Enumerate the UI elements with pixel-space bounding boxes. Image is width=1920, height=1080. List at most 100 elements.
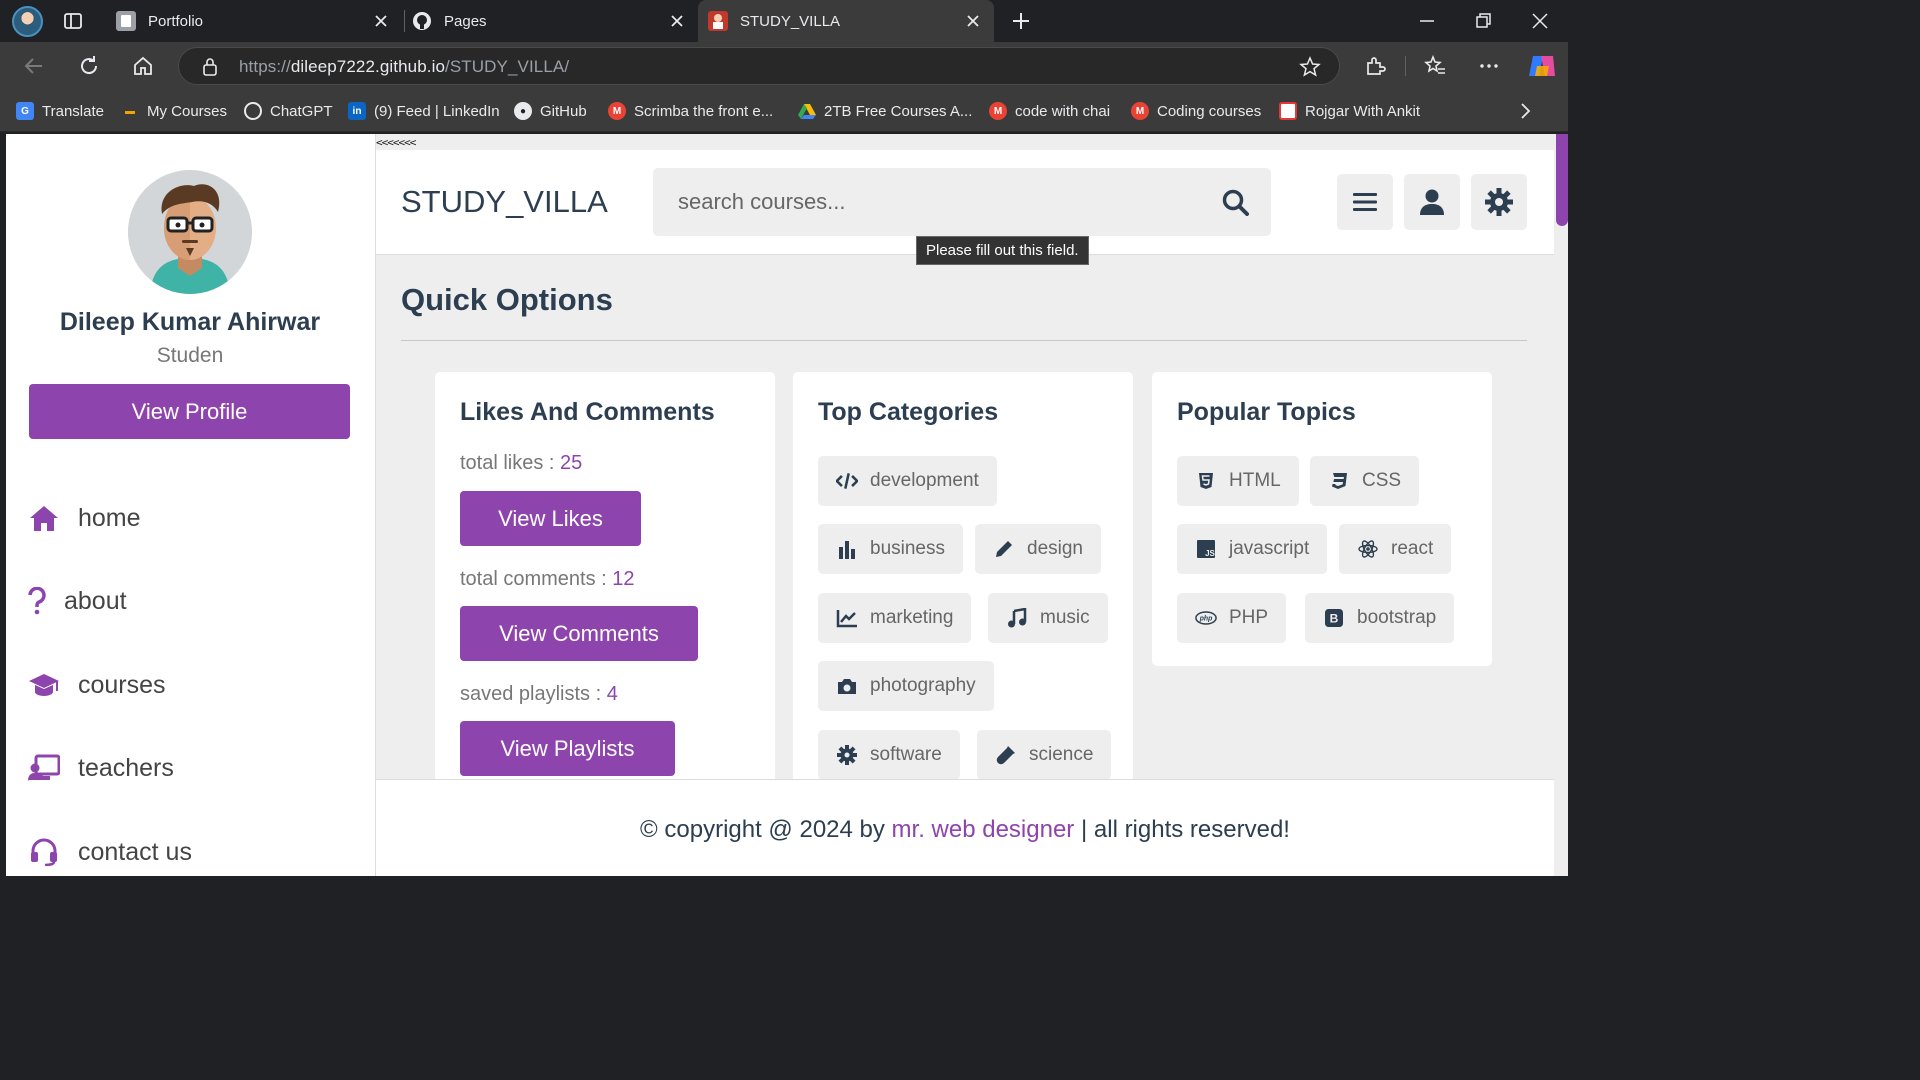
css3-icon bbox=[1328, 470, 1350, 492]
camera-icon bbox=[836, 675, 858, 697]
topic-php[interactable]: php PHP bbox=[1177, 593, 1287, 643]
sidebar: Dileep Kumar Ahirwar Studen View Profile… bbox=[6, 134, 376, 876]
document-icon bbox=[116, 11, 136, 31]
validation-tooltip: Please fill out this field. bbox=[916, 236, 1089, 265]
new-tab-icon[interactable] bbox=[1008, 8, 1034, 34]
topic-react[interactable]: react bbox=[1339, 524, 1452, 574]
nav-item-home[interactable]: home bbox=[28, 498, 141, 538]
category-design[interactable]: design bbox=[975, 524, 1101, 574]
bookmarks-bar: G Translate ▬ My Courses ChatGPT in (9) Fee… bbox=[0, 90, 1568, 132]
browser-tab-bar: Portfolio Pages STUDY_VILLA bbox=[0, 0, 1568, 42]
svg-text:B: B bbox=[1330, 612, 1339, 626]
code-icon bbox=[836, 470, 858, 492]
topic-bootstrap[interactable]: B bootstrap bbox=[1305, 593, 1455, 643]
view-comments-button[interactable]: View Comments bbox=[460, 606, 698, 661]
tab-actions-icon[interactable] bbox=[62, 10, 84, 32]
minimize-icon[interactable] bbox=[1416, 10, 1438, 32]
view-likes-button[interactable]: View Likes bbox=[460, 491, 641, 546]
author-link[interactable]: mr. web designer bbox=[892, 816, 1075, 843]
search-input[interactable] bbox=[653, 168, 1213, 236]
teacher-icon bbox=[28, 752, 60, 784]
card-title: Likes And Comments bbox=[460, 398, 715, 426]
tab-pages[interactable]: Pages bbox=[404, 0, 698, 42]
category-photography[interactable]: photography bbox=[818, 661, 994, 711]
collapse-arrows[interactable]: <<<<<<< bbox=[376, 136, 416, 149]
scrollbar-thumb[interactable] bbox=[1556, 134, 1568, 226]
back-icon[interactable] bbox=[22, 54, 46, 78]
category-development[interactable]: development bbox=[818, 456, 997, 506]
nav-item-courses[interactable]: courses bbox=[28, 665, 166, 705]
popular-topics-card: Popular Topics HTML CSS JS javascript re… bbox=[1152, 372, 1492, 666]
close-icon[interactable] bbox=[372, 12, 390, 30]
linkedin-icon: in bbox=[348, 102, 366, 120]
cog-icon bbox=[836, 744, 858, 766]
pen-icon bbox=[993, 538, 1015, 560]
php-icon: php bbox=[1195, 607, 1217, 629]
category-software[interactable]: software bbox=[818, 730, 960, 780]
category-marketing[interactable]: marketing bbox=[818, 593, 972, 643]
tab-title: Pages bbox=[444, 12, 487, 30]
nav-item-teachers[interactable]: teachers bbox=[28, 748, 174, 788]
user-icon bbox=[1420, 189, 1444, 215]
vial-icon bbox=[995, 744, 1017, 766]
bookmark-linkedin[interactable]: in (9) Feed | LinkedIn bbox=[348, 100, 500, 122]
menu-button[interactable] bbox=[1337, 174, 1393, 230]
topic-javascript[interactable]: JS javascript bbox=[1177, 524, 1328, 574]
tab-portfolio[interactable]: Portfolio bbox=[106, 0, 402, 42]
category-science[interactable]: science bbox=[977, 730, 1112, 780]
more-menu-icon[interactable] bbox=[1477, 54, 1501, 78]
copyright-text: © copyright @ 2024 by mr. web designer |… bbox=[640, 816, 1290, 843]
bookmark-code-with-chai[interactable]: Mcode with chai bbox=[989, 100, 1110, 122]
browser-profile-avatar[interactable] bbox=[12, 6, 43, 37]
topic-css[interactable]: CSS bbox=[1310, 456, 1420, 506]
view-profile-button[interactable]: View Profile bbox=[29, 384, 350, 439]
page-scrollbar[interactable] bbox=[1554, 134, 1568, 876]
lock-icon[interactable] bbox=[201, 57, 219, 77]
bookmark-coding-courses[interactable]: M Coding courses bbox=[1131, 100, 1261, 122]
bookmark-my-courses[interactable]: ▬ My Courses bbox=[121, 100, 227, 122]
extensions-icon[interactable] bbox=[1363, 54, 1387, 78]
user-button[interactable] bbox=[1404, 174, 1460, 230]
home-icon[interactable] bbox=[131, 54, 155, 78]
favorite-star-icon[interactable] bbox=[1299, 56, 1321, 78]
view-playlists-button[interactable]: View Playlists bbox=[460, 721, 675, 776]
tab-title: STUDY_VILLA bbox=[740, 12, 841, 30]
bookmark-translate[interactable]: G Translate bbox=[16, 100, 104, 122]
search-form bbox=[653, 168, 1271, 236]
bookmark-scrimba[interactable]: M Scrimba the front e... bbox=[608, 100, 773, 122]
bookmark-rojgar-with-ankit[interactable]: Rojgar With Ankit bbox=[1279, 100, 1420, 122]
favorites-icon[interactable] bbox=[1423, 54, 1447, 78]
bookmark-chatgpt[interactable]: ChatGPT bbox=[244, 100, 333, 122]
likes-comments-card: Likes And Comments total likes : 25 View… bbox=[435, 372, 775, 792]
settings-button[interactable] bbox=[1471, 174, 1527, 230]
chatgpt-icon bbox=[244, 102, 262, 120]
nav-item-contact-us[interactable]: contact us bbox=[28, 832, 192, 872]
copilot-icon[interactable] bbox=[1527, 52, 1557, 80]
close-icon[interactable] bbox=[964, 12, 982, 30]
close-window-icon[interactable] bbox=[1529, 10, 1551, 32]
gmail-icon: M bbox=[608, 102, 626, 120]
svg-text:php: php bbox=[1199, 616, 1213, 623]
category-music[interactable]: music bbox=[988, 593, 1108, 643]
bookmark-2tb-courses[interactable]: 2TB Free Courses A... bbox=[798, 100, 972, 122]
close-icon[interactable] bbox=[668, 12, 686, 30]
search-icon[interactable] bbox=[1221, 188, 1249, 216]
graduation-cap-icon bbox=[28, 669, 60, 701]
restore-icon[interactable] bbox=[1472, 10, 1494, 32]
reload-icon[interactable] bbox=[77, 54, 101, 78]
github-icon: ● bbox=[514, 102, 532, 120]
chevron-right-icon[interactable] bbox=[1514, 100, 1536, 122]
topic-html[interactable]: HTML bbox=[1177, 456, 1299, 506]
category-business[interactable]: business bbox=[818, 524, 963, 574]
total-likes-stat: total likes : 25 bbox=[460, 452, 583, 474]
address-bar[interactable]: https://dileep7222.github.io/STUDY_VILLA… bbox=[178, 47, 1340, 85]
bookmark-github[interactable]: ● GitHub bbox=[514, 100, 587, 122]
nav-item-about[interactable]: about bbox=[28, 581, 127, 621]
bootstrap-icon: B bbox=[1323, 607, 1345, 629]
profile-name: Dileep Kumar Ahirwar bbox=[59, 308, 321, 336]
site-logo[interactable]: STUDY_VILLA bbox=[401, 184, 608, 220]
tab-study-villa[interactable]: STUDY_VILLA bbox=[698, 0, 994, 42]
url-text[interactable]: https://dileep7222.github.io/STUDY_VILLA… bbox=[239, 57, 569, 77]
menu-bars-icon bbox=[1353, 193, 1377, 211]
github-icon bbox=[412, 11, 432, 31]
